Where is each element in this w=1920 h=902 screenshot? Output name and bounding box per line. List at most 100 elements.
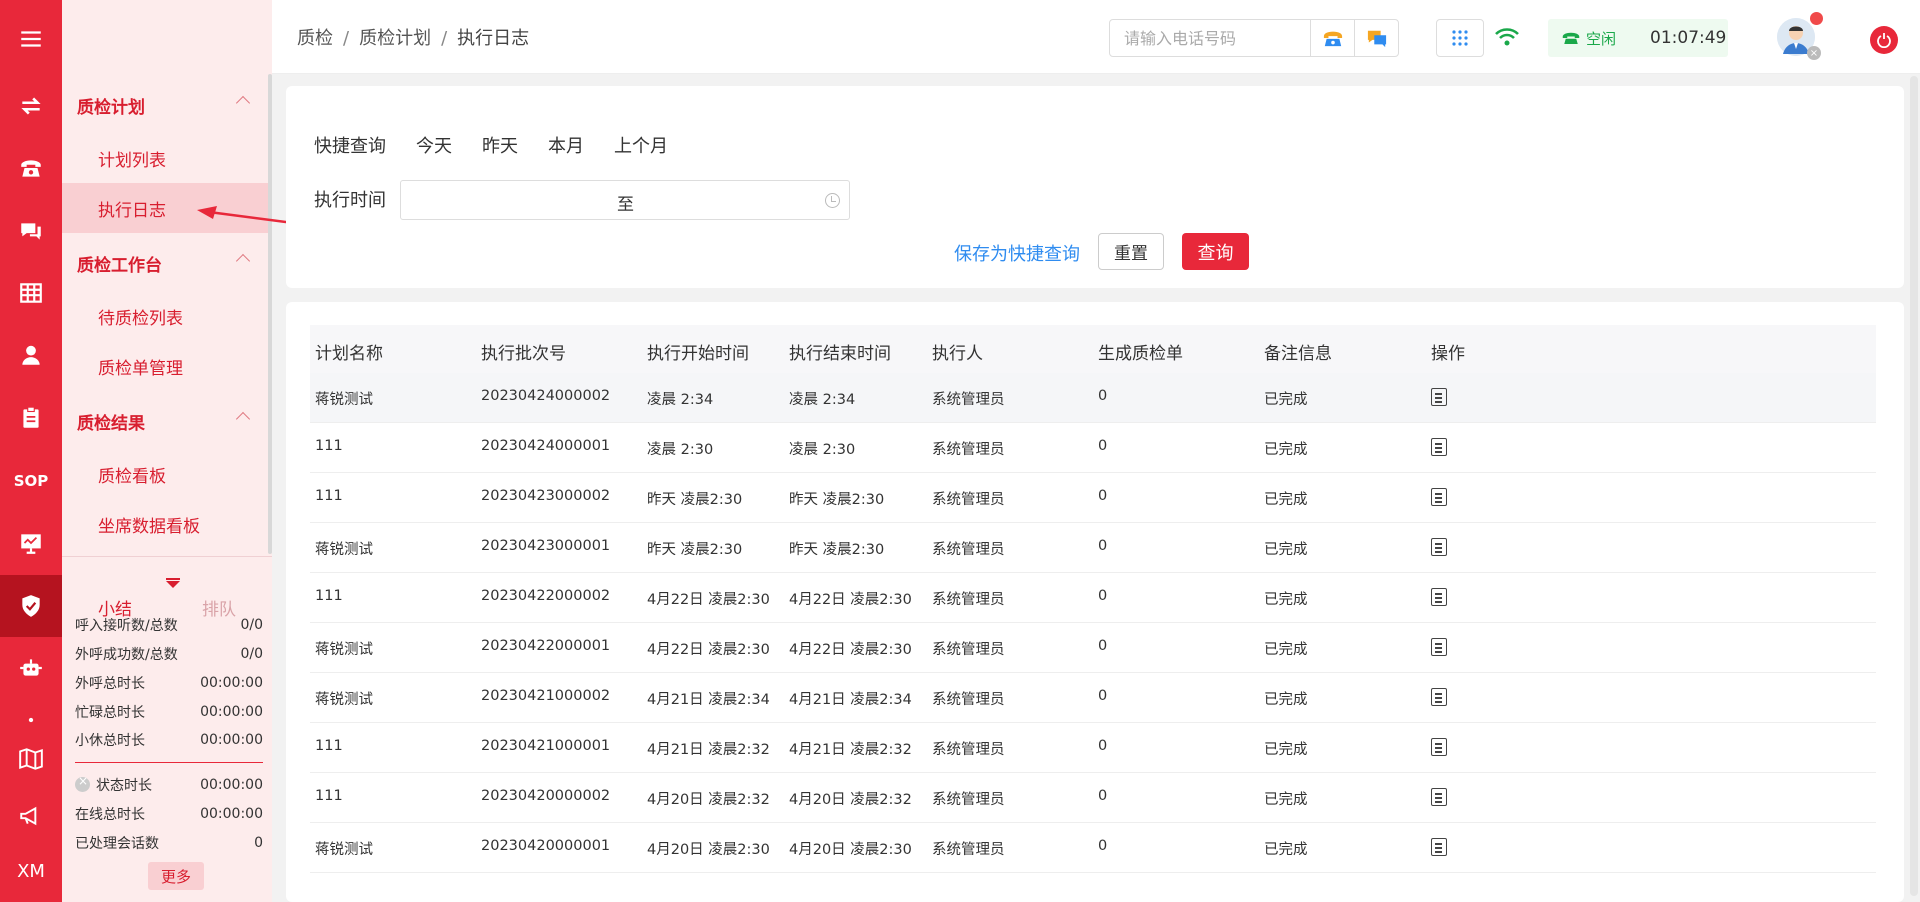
table-cell: 已完成 — [1264, 492, 1308, 508]
document-icon[interactable] — [1431, 688, 1447, 706]
table-cell: 4月22日 凌晨2:30 — [647, 592, 770, 608]
table-cell: 系统管理员 — [932, 792, 1005, 808]
table-cell: 系统管理员 — [932, 692, 1005, 708]
document-icon[interactable] — [1431, 538, 1447, 556]
table-cell: 4月21日 凌晨2:34 — [647, 692, 770, 708]
phone-input[interactable] — [1110, 20, 1310, 56]
megaphone-icon[interactable] — [0, 785, 62, 847]
user-icon[interactable] — [0, 324, 62, 386]
more-button[interactable]: 更多 — [148, 862, 204, 890]
summary-row: 外呼成功数/总数 0/0 — [75, 642, 263, 666]
monitor-icon[interactable] — [0, 512, 62, 574]
sidebar-item-pending-list[interactable]: 待质检列表 — [62, 291, 272, 341]
chevron-up-icon — [235, 253, 251, 269]
table-header: 计划名称 执行批次号 执行开始时间 执行结束时间 执行人 生成质检单 备注信息 … — [310, 325, 1876, 373]
phone-icon[interactable] — [0, 137, 62, 199]
sidebar-group-plan[interactable]: 质检计划 — [62, 80, 272, 130]
sop-icon[interactable]: SOP — [0, 450, 62, 512]
sidebar-item-inspection-manage[interactable]: 质检单管理 — [62, 341, 272, 391]
table-row: 蒋锐测试 20230421000002 4月21日 凌晨2:34 4月21日 凌晨2:… — [310, 673, 1876, 723]
message-button[interactable] — [1354, 20, 1398, 56]
table-cell: 20230422000002 — [481, 588, 611, 604]
dial-button[interactable] — [1310, 20, 1354, 56]
document-icon[interactable] — [1431, 788, 1447, 806]
close-badge-icon: × — [1807, 46, 1821, 60]
sidebar-item-result-board[interactable]: 质检看板 — [62, 449, 272, 499]
column-header: 执行人 — [932, 344, 983, 364]
breadcrumb-item[interactable]: 质检 — [297, 28, 333, 49]
sidebar-scrollbar[interactable] — [268, 74, 272, 554]
sidebar-group-workbench[interactable]: 质检工作台 — [62, 238, 272, 288]
table-cell: 111 — [315, 488, 343, 504]
table-cell: 4月21日 凌晨2:32 — [789, 742, 912, 758]
keypad-button[interactable] — [1436, 19, 1484, 57]
document-icon[interactable] — [1431, 638, 1447, 656]
table-cell: 系统管理员 — [932, 492, 1005, 508]
document-icon[interactable] — [1431, 588, 1447, 606]
table-cell: 昨天 凌晨2:30 — [789, 542, 885, 558]
summary-row: 小休总时长 00:00:00 — [75, 728, 263, 752]
table-cell: 20230424000002 — [481, 388, 611, 404]
date-range-picker[interactable]: 至 — [400, 180, 850, 220]
avatar[interactable]: × — [1777, 12, 1823, 60]
table-cell: 蒋锐测试 — [315, 692, 373, 708]
table-cell: 0 — [1098, 488, 1108, 504]
book-icon[interactable] — [0, 728, 62, 790]
column-header: 生成质检单 — [1098, 344, 1183, 364]
page-scrollbar[interactable] — [1910, 76, 1918, 896]
sidebar-item-agent-board[interactable]: 坐席数据看板 — [62, 499, 272, 549]
table-cell: 凌晨 2:34 — [647, 392, 714, 408]
summary-row-value: 00:00:00 — [200, 777, 263, 793]
sidebar-group-label: 质检结果 — [77, 413, 145, 434]
range-separator: 至 — [617, 195, 634, 215]
summary-row-value: 00:00:00 — [200, 675, 263, 691]
clipboard-icon[interactable] — [0, 387, 62, 449]
grid-icon[interactable] — [0, 262, 62, 324]
table-cell: 4月22日 凌晨2:30 — [789, 592, 912, 608]
chat-icon[interactable] — [0, 200, 62, 262]
agent-status[interactable]: 空闲 01:07:49 — [1548, 19, 1728, 57]
table-cell: 0 — [1098, 738, 1108, 754]
document-icon[interactable] — [1431, 838, 1447, 856]
reset-button[interactable]: 重置 — [1098, 233, 1164, 270]
sidebar-group-label: 质检计划 — [77, 97, 145, 118]
table-cell: 20230420000002 — [481, 788, 611, 804]
message-icon — [1367, 30, 1386, 48]
chevron-up-icon — [235, 411, 251, 427]
quick-option-yesterday[interactable]: 昨天 — [482, 132, 518, 158]
document-icon[interactable] — [1431, 488, 1447, 506]
phone-status-icon — [1562, 32, 1580, 44]
menu-icon[interactable] — [0, 8, 62, 70]
quick-option-this-month[interactable]: 本月 — [548, 132, 584, 158]
column-header: 备注信息 — [1264, 344, 1332, 364]
quick-option-last-month[interactable]: 上个月 — [614, 132, 668, 158]
table-cell: 20230422000001 — [481, 638, 611, 654]
table-row: 蒋锐测试 20230424000002 凌晨 2:34 凌晨 2:34 系统管理员 0 已完… — [310, 373, 1876, 423]
dial-box — [1109, 19, 1399, 57]
keypad-icon — [1452, 30, 1468, 46]
xm-icon[interactable]: XM — [0, 840, 62, 902]
summary-row-value: 00:00:00 — [200, 732, 263, 748]
save-quick-query-link[interactable]: 保存为快捷查询 — [954, 240, 1080, 266]
sidebar-group-results[interactable]: 质检结果 — [62, 396, 272, 446]
quick-option-today[interactable]: 今天 — [416, 132, 452, 158]
summary-row: 呼入接听数/总数 0/0 — [75, 613, 263, 637]
document-icon[interactable] — [1431, 738, 1447, 756]
table-cell: 0 — [1098, 638, 1108, 654]
summary-divider — [75, 762, 263, 763]
column-header: 操作 — [1431, 344, 1465, 364]
shield-icon[interactable] — [0, 575, 62, 637]
table-cell: 20230423000002 — [481, 488, 611, 504]
table-cell: 系统管理员 — [932, 542, 1005, 558]
table-row: 111 20230424000001 凌晨 2:30 凌晨 2:30 系统管理员 0 已完成 — [310, 423, 1876, 473]
sidebar-item-plan-list[interactable]: 计划列表 — [62, 133, 272, 183]
table-cell: 4月20日 凌晨2:30 — [789, 842, 912, 858]
document-icon[interactable] — [1431, 388, 1447, 406]
query-button[interactable]: 查询 — [1182, 233, 1249, 270]
column-header: 执行开始时间 — [647, 344, 749, 364]
table-cell: 111 — [315, 788, 343, 804]
transfer-icon[interactable] — [0, 75, 62, 137]
breadcrumb-item[interactable]: 质检计划 — [359, 28, 431, 49]
logout-button[interactable] — [1870, 26, 1898, 54]
document-icon[interactable] — [1431, 438, 1447, 456]
